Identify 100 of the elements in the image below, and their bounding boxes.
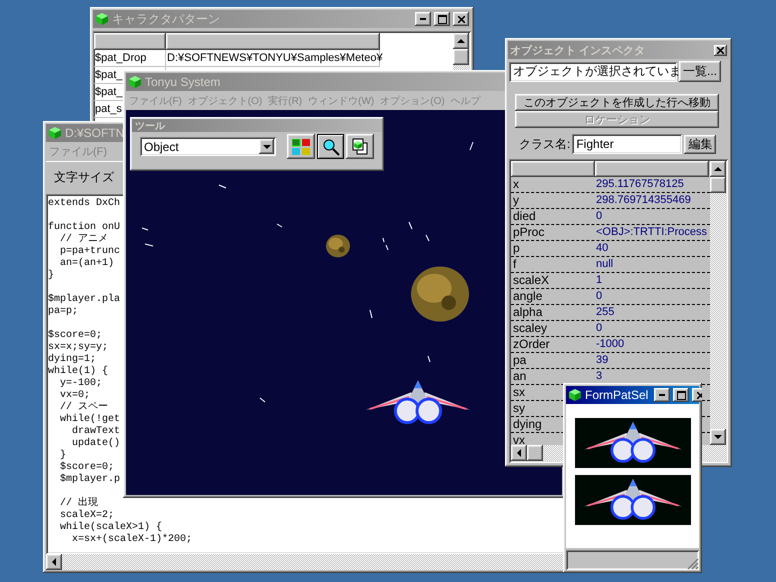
sprite-frame[interactable] — [574, 418, 690, 468]
code-line: function onU — [48, 222, 120, 234]
property-name: pProc — [513, 225, 544, 239]
star-streak — [276, 223, 283, 228]
star-streak — [427, 355, 431, 363]
property-value: 0 — [595, 289, 602, 304]
tool-button[interactable] — [316, 134, 344, 159]
tool-button[interactable] — [346, 134, 374, 159]
code-line: // 出現 — [59, 498, 98, 510]
property-value: 1 — [595, 273, 602, 288]
maximize-icon — [438, 14, 446, 24]
code-line: p=pa+trunc — [59, 246, 120, 258]
code-line: an=(an+1) — [59, 258, 114, 270]
star-streak — [369, 309, 373, 319]
property-value: 298.769714355469 — [595, 193, 691, 208]
dropdown-button[interactable] — [259, 139, 274, 154]
magnifier-icon — [320, 138, 341, 156]
class-name-label: クラス名: — [519, 136, 570, 152]
property-value: 295.11767578125 — [595, 177, 684, 192]
scroll-thumb[interactable] — [710, 177, 726, 193]
object-dropdown[interactable]: オブジェクトが選択されていま — [509, 62, 677, 82]
tool-button[interactable] — [287, 134, 315, 159]
minimize-icon — [659, 394, 666, 396]
sprite-grid-icon — [292, 138, 310, 154]
menu-item[interactable]: ウィンドウ(W) — [305, 94, 378, 108]
code-line: $mplayer.p — [59, 474, 120, 486]
scrollbar[interactable] — [710, 161, 726, 445]
table-cell: $pat_ — [95, 86, 123, 98]
scroll-thumb[interactable] — [527, 445, 543, 461]
asteroid — [411, 265, 469, 323]
list-button[interactable]: 一覧... — [679, 61, 722, 82]
maximize-button[interactable] — [673, 388, 690, 402]
close-button[interactable] — [453, 12, 469, 26]
sprite-frame[interactable] — [574, 475, 690, 525]
property-value: null — [595, 257, 614, 272]
scroll-up-button[interactable] — [710, 161, 726, 177]
scroll-thumb[interactable] — [453, 49, 469, 65]
menu-item[interactable]: ファイル(F) — [126, 94, 185, 108]
arrow-icon — [457, 38, 465, 44]
star-streak — [144, 243, 154, 247]
property-name: sx — [513, 385, 525, 399]
star-streak — [218, 184, 227, 189]
class-name-field[interactable]: Fighter — [572, 134, 682, 154]
code-line: y=-100; — [59, 378, 102, 390]
arrow-icon — [516, 449, 522, 457]
menu-item[interactable]: 実行(R) — [265, 94, 306, 108]
menu-item[interactable]: オブジェクト(O) — [184, 94, 266, 108]
table-cell: D:¥SOFTNEWS¥TONYU¥Samples¥Meteo¥ — [167, 52, 383, 64]
jump-to-line-button[interactable]: このオブジェクトを作成した行へ移動 — [515, 94, 719, 111]
code-line: dying=1; — [48, 354, 96, 366]
scroll-left-button[interactable] — [46, 554, 62, 570]
cube-icon — [95, 12, 109, 26]
code-line: $score=0; — [48, 330, 102, 342]
code-line: while(scaleX>1) { — [59, 522, 162, 534]
minimize-button[interactable] — [415, 12, 431, 26]
star-streak — [141, 227, 149, 231]
arrow-icon — [262, 144, 270, 150]
menu-item[interactable]: ファイル(F) — [46, 144, 110, 159]
window-title: キャラクタパターン — [112, 10, 220, 28]
star-streak — [259, 397, 266, 403]
menu-item[interactable]: ヘルプ — [448, 94, 484, 108]
resize-grip-icon — [687, 558, 699, 570]
property-name: x — [513, 177, 519, 191]
code-line: vx=0; — [59, 390, 90, 402]
code-line: $mplayer.pla — [48, 294, 120, 306]
arrow-icon — [714, 166, 722, 172]
code-line: // スペー — [59, 402, 108, 414]
palette-title: ツール — [135, 120, 165, 132]
close-icon — [696, 392, 702, 398]
asteroid — [326, 234, 350, 258]
menu-item[interactable]: オプション(O) — [377, 94, 448, 108]
scroll-down-button[interactable] — [710, 429, 726, 445]
window-title: Tonyu System — [145, 75, 220, 89]
scroll-left-button[interactable] — [511, 445, 527, 461]
property-value: 39 — [595, 353, 608, 368]
star-streak — [425, 234, 430, 242]
edit-button[interactable]: 編集 — [684, 134, 716, 154]
maximize-button[interactable] — [434, 12, 450, 26]
window-title: FormPatSel — [585, 388, 648, 402]
property-name: p — [513, 241, 520, 255]
arrow-icon — [714, 434, 722, 440]
table-cell: pat_s — [95, 103, 122, 115]
scroll-up-button[interactable] — [453, 33, 469, 49]
property-value: -1000 — [595, 337, 624, 352]
property-name: y — [513, 193, 519, 207]
property-name: scaleX — [513, 273, 550, 287]
close-button[interactable] — [714, 44, 727, 56]
property-value: 3 — [595, 369, 602, 384]
code-line: pa=p; — [48, 306, 78, 318]
property-name: zOrder — [513, 337, 550, 351]
close-icon — [458, 16, 464, 22]
cube-icon — [128, 75, 142, 89]
minimize-button[interactable] — [654, 388, 670, 402]
property-name: sy — [513, 401, 525, 415]
code-line: while(!get — [59, 414, 120, 426]
property-name: pa — [513, 353, 526, 367]
code-line: sx=x;sy=y; — [48, 342, 108, 354]
property-value: 40 — [595, 241, 608, 256]
copy-icon — [352, 138, 368, 155]
object-dropdown[interactable]: Object — [140, 137, 276, 156]
